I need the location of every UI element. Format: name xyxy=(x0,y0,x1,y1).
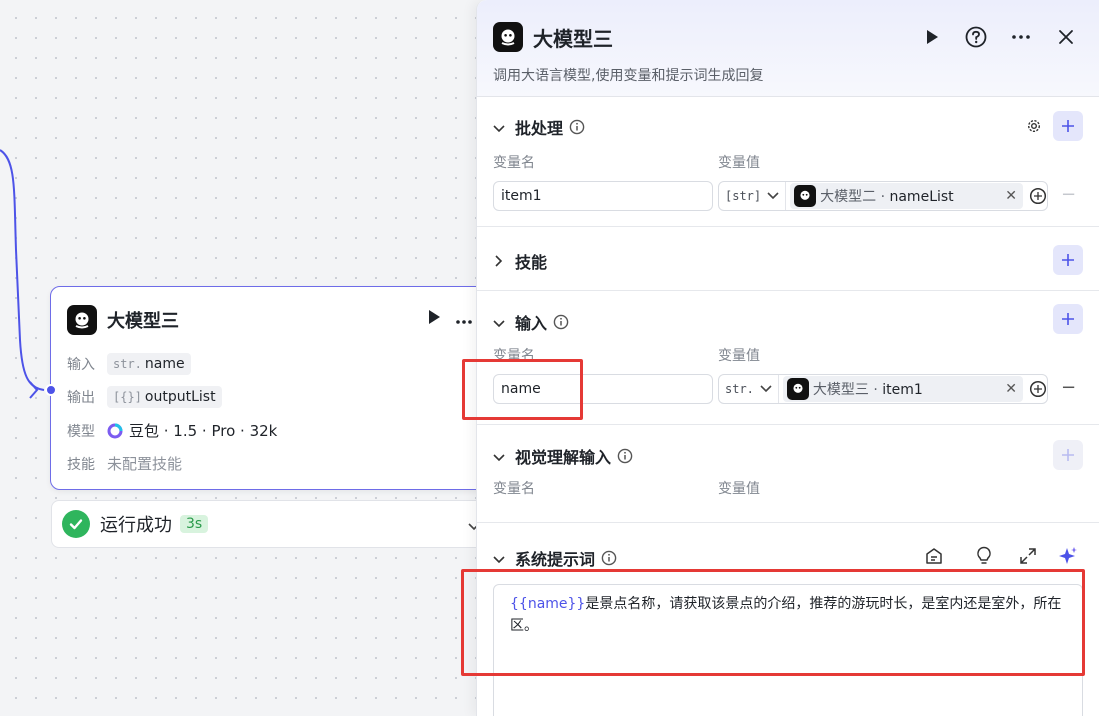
info-circle-icon[interactable] xyxy=(617,448,633,464)
node-input-row: 输入 str. name xyxy=(67,353,191,375)
info-circle-icon[interactable] xyxy=(569,119,585,135)
panel-description[interactable]: 调用大语言模型,使用变量和提示词生成回复 xyxy=(493,65,763,85)
remove-row-button[interactable]: − xyxy=(1061,184,1076,205)
lightbulb-icon[interactable] xyxy=(973,545,995,567)
close-icon[interactable]: ✕ xyxy=(1005,381,1017,397)
run-time-badge: 3s xyxy=(180,515,209,533)
batch-var-name-input[interactable] xyxy=(493,181,713,211)
add-batch-button[interactable] xyxy=(1053,111,1083,141)
node-skills-row: 技能 未配置技能 xyxy=(67,455,183,473)
prompt-variable-token: {{name}} xyxy=(510,596,586,612)
variable-reference-chip[interactable]: 大模型三 · item1 ✕ xyxy=(782,376,1023,402)
robot-face-icon xyxy=(493,22,523,52)
input-var-name-input[interactable] xyxy=(493,374,713,404)
batch-section-header[interactable]: 批处理 xyxy=(493,115,585,139)
robot-face-icon xyxy=(794,185,817,207)
panel-header: 大模型三 调用大语言模型,使用变量和提示词生成回复 xyxy=(477,0,1099,97)
node-title: 大模型三 xyxy=(107,311,179,332)
input-var-tag: str. name xyxy=(107,353,191,375)
prompt-library-icon[interactable] xyxy=(923,545,945,567)
input-var-value-field[interactable]: str. 大模型三 · item1 ✕ xyxy=(718,374,1048,404)
vision-section-header[interactable]: 视觉理解输入 xyxy=(493,444,633,468)
type-select[interactable]: [str] xyxy=(719,182,787,210)
doubao-logo-icon xyxy=(107,423,123,439)
prompt-text: 是景点名称，请获取该景点的介绍，推荐的游玩时长，是室内还是室外，所在区。 xyxy=(510,596,1062,634)
skills-section-header[interactable]: 技能 xyxy=(493,249,547,273)
close-icon[interactable] xyxy=(1053,24,1079,50)
robot-face-icon xyxy=(786,378,809,400)
batch-var-value-field[interactable]: [str] 大模型二 · nameList ✕ xyxy=(718,181,1048,211)
add-vision-input-button[interactable] xyxy=(1053,440,1083,470)
remove-row-button[interactable]: − xyxy=(1061,377,1076,398)
add-skill-button[interactable] xyxy=(1053,245,1083,275)
question-circle-icon[interactable] xyxy=(963,24,989,50)
chevron-down-icon[interactable] xyxy=(493,447,505,466)
node-output-row: 输出 [{}] outputList xyxy=(67,386,222,408)
output-var-tag: [{}] outputList xyxy=(107,386,222,408)
chevron-down-icon[interactable] xyxy=(493,549,505,568)
close-icon[interactable]: ✕ xyxy=(1005,188,1017,204)
panel-title[interactable]: 大模型三 xyxy=(533,23,613,52)
chevron-down-icon[interactable] xyxy=(493,118,505,137)
input-port[interactable] xyxy=(45,384,57,396)
play-icon[interactable] xyxy=(427,309,441,329)
chevron-right-icon[interactable] xyxy=(493,252,505,271)
run-status-card[interactable]: 运行成功 3s xyxy=(51,500,491,548)
run-status-text: 运行成功 xyxy=(100,515,172,536)
variable-picker-icon[interactable] xyxy=(1029,380,1047,398)
check-circle-icon xyxy=(62,510,90,538)
node-model-row: 模型 豆包 · 1.5 · Pro · 32k xyxy=(67,422,278,440)
ai-sparkle-icon[interactable] xyxy=(1057,545,1079,567)
system-prompt-editor[interactable]: {{name}}是景点名称，请获取该景点的介绍，推荐的游玩时长，是室内还是室外，… xyxy=(493,584,1083,716)
more-horizontal-icon[interactable] xyxy=(455,310,473,329)
expand-icon[interactable] xyxy=(1017,545,1039,567)
inputs-section-header[interactable]: 输入 xyxy=(493,310,569,334)
gear-icon[interactable] xyxy=(1026,118,1042,138)
info-circle-icon[interactable] xyxy=(553,314,569,330)
system-prompt-section-header[interactable]: 系统提示词 xyxy=(493,546,617,570)
variable-picker-icon[interactable] xyxy=(1029,187,1047,205)
variable-reference-chip[interactable]: 大模型二 · nameList ✕ xyxy=(790,183,1023,209)
info-circle-icon[interactable] xyxy=(601,550,617,566)
more-horizontal-icon[interactable] xyxy=(1008,24,1034,50)
type-select[interactable]: str. xyxy=(719,375,779,403)
model-name: 豆包 · 1.5 · Pro · 32k xyxy=(129,422,278,440)
workflow-node-llm[interactable]: 大模型三 输入 str. name 输出 [{}] outputList 模型 … xyxy=(45,286,500,490)
play-icon[interactable] xyxy=(919,24,945,50)
add-input-button[interactable] xyxy=(1053,304,1083,334)
node-config-panel: 大模型三 调用大语言模型,使用变量和提示词生成回复 批处理 变量名 变量值 it… xyxy=(476,0,1099,716)
robot-face-icon xyxy=(67,305,97,335)
chevron-down-icon[interactable] xyxy=(493,313,505,332)
